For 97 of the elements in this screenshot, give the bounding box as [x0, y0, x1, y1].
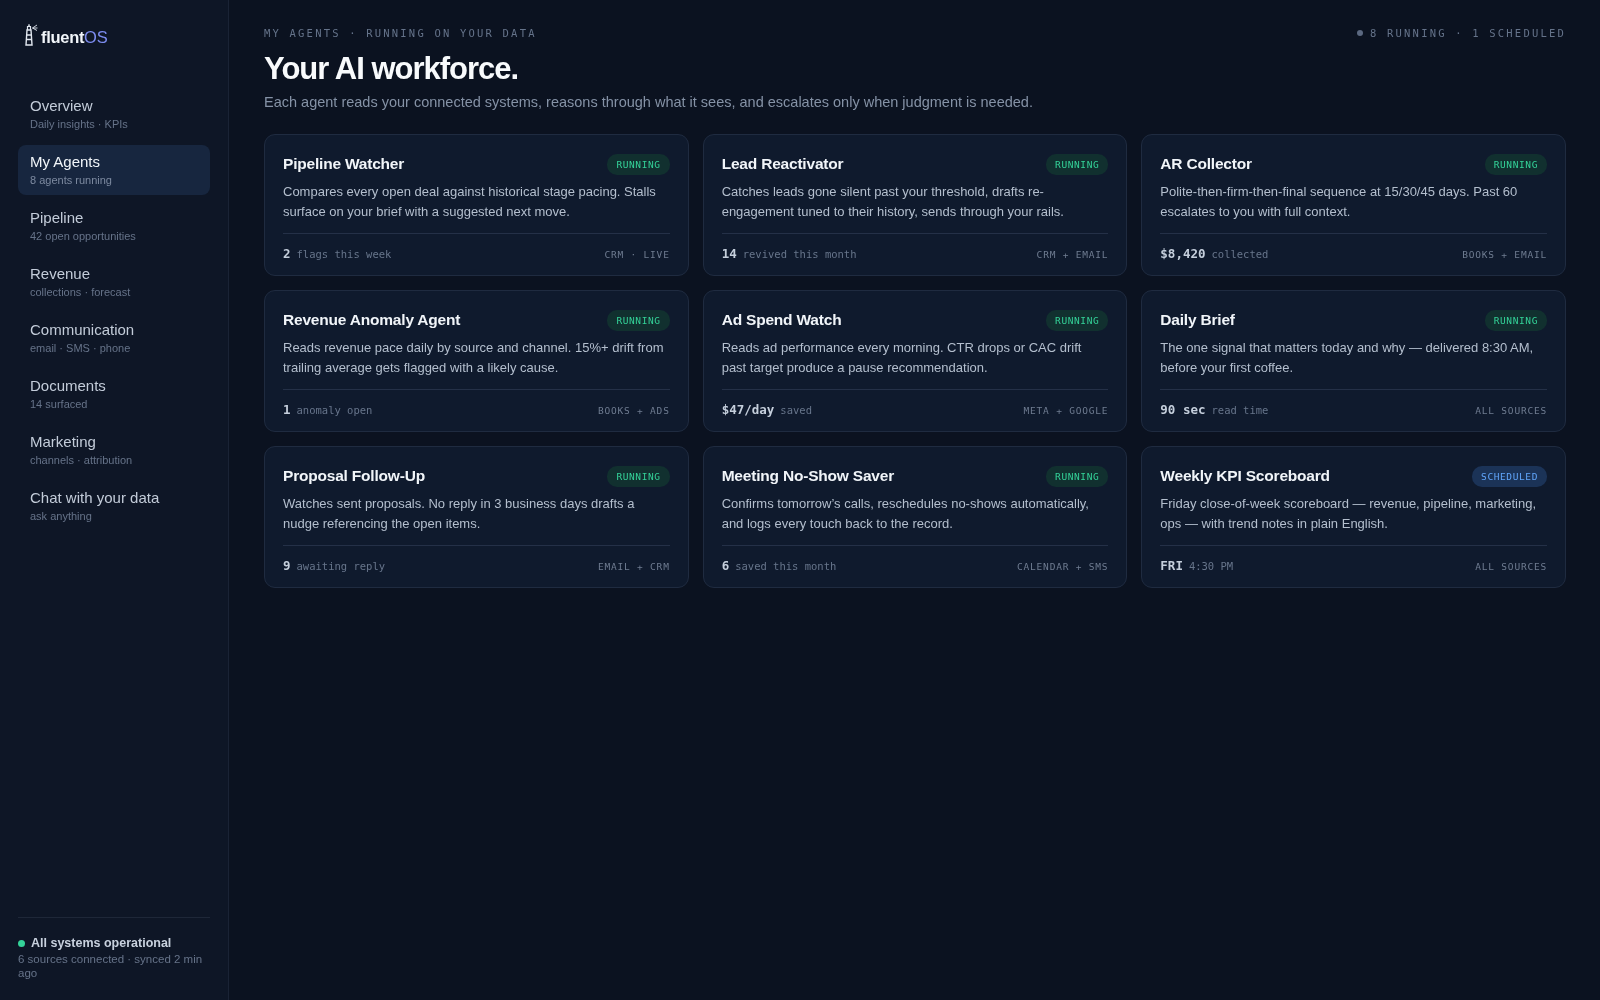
metric-label: saved: [780, 404, 812, 416]
nav-item-subtitle: ask anything: [30, 509, 93, 523]
agent-card[interactable]: Revenue Anomaly Agent RUNNING Reads revenue pace daily by source and channel. 15%+ drift from trailing average gets flagged with a likely cause. 1 anomaly open BOOKS + ADS: [264, 290, 689, 432]
agent-card[interactable]: Ad Spend Watch RUNNING Reads ad performance every morning. CTR drops or CAC drift past target produce a pause recommendation. $47/day saved META + GOOGLE: [702, 290, 1128, 432]
nav-item-label: Communication: [30, 320, 136, 339]
nav-item-label: Chat with your data: [30, 488, 161, 507]
agent-name: Lead Reactivator: [721, 155, 844, 173]
agent-name: Proposal Follow-Up: [283, 467, 425, 485]
agent-name: Weekly KPI Scoreboard: [1160, 467, 1330, 485]
agent-name: Pipeline Watcher: [283, 155, 405, 173]
nav-item[interactable]: Communication email · SMS · phone: [18, 313, 210, 363]
nav-item-label: Revenue: [30, 264, 92, 283]
nav-item-label: My Agents: [30, 152, 102, 171]
status-badge: RUNNING: [1484, 309, 1547, 331]
data-sources: CRM + EMAIL: [1036, 249, 1109, 260]
metric-label: collected: [1211, 248, 1269, 260]
agent-name: Daily Brief: [1160, 311, 1235, 329]
status-badge: SCHEDULED: [1472, 465, 1547, 487]
page-subtitle: Each agent reads your connected systems, reasons through what it sees, and escalates only when judgment is needed.: [264, 93, 1034, 112]
agent-description: Reads revenue pace daily by source and channel. 15%+ drift from trailing average gets flagged with a likely cause.: [283, 339, 665, 377]
nav-item-subtitle: collections · forecast: [30, 285, 132, 299]
status-dot-icon: [1357, 30, 1363, 36]
nav-item-subtitle: email · SMS · phone: [30, 341, 132, 355]
data-sources: CRM · LIVE: [604, 249, 670, 260]
agent-card[interactable]: Pipeline Watcher RUNNING Compares every open deal against historical stage pacing. Stalls surface on your brief with a suggested next move. 2 flags this week CRM · LIVE: [264, 134, 689, 276]
status-badge: RUNNING: [1046, 465, 1109, 487]
agent-name: Ad Spend Watch: [721, 311, 842, 329]
data-sources: BOOKS + ADS: [597, 405, 670, 416]
nav-item[interactable]: Pipeline 42 open opportunities: [18, 201, 210, 251]
nav-item[interactable]: Chat with your data ask anything: [18, 481, 210, 531]
status-badge: RUNNING: [607, 309, 670, 331]
agent-description: Compares every open deal against historical stage pacing. Stalls surface on your brief with a suggested next move.: [283, 183, 657, 221]
metric-value: $47/day: [721, 402, 775, 417]
metric-label: saved this month: [735, 560, 837, 572]
agent-description: Confirms tomorrow’s calls, reschedules no-shows automatically, and logs every touch back to the record.: [721, 495, 1090, 533]
metric-value: $8,420: [1160, 246, 1206, 261]
nav-item-subtitle: 42 open opportunities: [30, 229, 137, 243]
agent-description: The one signal that matters today and why — delivered 8:30 AM, before your first coffee.: [1160, 339, 1535, 377]
nav-item-subtitle: Daily insights · KPIs: [30, 117, 129, 131]
metric-label: read time: [1211, 404, 1269, 416]
lighthouse-icon: [24, 24, 38, 46]
page-eyebrow: MY AGENTS · RUNNING ON YOUR DATA: [264, 27, 537, 39]
metric-label: revived this month: [742, 248, 857, 260]
metric-value: 6: [721, 558, 730, 573]
agent-card[interactable]: Proposal Follow-Up RUNNING Watches sent proposals. No reply in 3 business days drafts a nudge referencing the open items. 9 awaiting reply EMAIL + CRM: [264, 446, 689, 588]
data-sources: ALL SOURCES: [1475, 561, 1547, 572]
status-dot-icon: [18, 939, 25, 947]
data-sources: BOOKS + EMAIL: [1462, 249, 1547, 260]
metric-value: 9: [283, 558, 291, 573]
agent-description: Friday close-of-week scoreboard — revenue, pipeline, marketing, ops — with trend notes in plain English.: [1160, 495, 1538, 533]
nav-item-subtitle: 14 surfaced: [30, 397, 89, 411]
agent-card[interactable]: Weekly KPI Scoreboard SCHEDULED Friday close-of-week scoreboard — revenue, pipeline, marketing, ops — with trend notes in plain English. FRI 4:30 PM ALL SOURCES: [1141, 446, 1566, 588]
status-badge: RUNNING: [1484, 153, 1547, 175]
metric-value: 14: [721, 246, 737, 261]
agent-description: Watches sent proposals. No reply in 3 business days drafts a nudge referencing the open items.: [283, 495, 636, 533]
data-sources: CALENDAR + SMS: [1017, 561, 1109, 572]
nav-item-subtitle: channels · attribution: [30, 453, 134, 467]
agent-card[interactable]: Lead Reactivator RUNNING Catches leads gone silent past your threshold, drafts re-engagement tuned to their history, sends through your rails. 14 revived this month CRM + EMAIL: [702, 134, 1128, 276]
agent-card[interactable]: Daily Brief RUNNING The one signal that matters today and why — delivered 8:30 AM, before your first coffee. 90 sec read time ALL SOURCES: [1141, 290, 1566, 432]
metric-label: flags this week: [296, 248, 392, 260]
system-status-title: All systems operational: [31, 936, 172, 950]
agent-description: Reads ad performance every morning. CTR drops or CAC drift past target produce a pause recommendation.: [721, 339, 1083, 377]
status-badge: RUNNING: [607, 465, 670, 487]
metric-label: anomaly open: [296, 404, 373, 416]
metric-label: 4:30 PM: [1188, 560, 1234, 572]
agent-count-summary: 8 RUNNING · 1 SCHEDULED: [1370, 27, 1566, 39]
data-sources: ALL SOURCES: [1475, 405, 1547, 416]
agent-description: Catches leads gone silent past your threshold, drafts re-engagement tuned to their history, sends through your rails.: [721, 183, 1065, 221]
metric-value: 1: [283, 402, 291, 417]
data-sources: EMAIL + CRM: [597, 561, 670, 572]
agent-name: Meeting No-Show Saver: [721, 467, 894, 485]
metric-value: 2: [283, 246, 291, 261]
nav-item[interactable]: Marketing channels · attribution: [18, 425, 210, 475]
agent-description: Polite-then-firm-then-final sequence at 15/30/45 days. Past 60 escalates to you with full context.: [1160, 183, 1519, 221]
agent-name: AR Collector: [1160, 155, 1252, 173]
page-title: Your AI workforce.: [264, 50, 520, 88]
metric-value: FRI: [1160, 558, 1183, 573]
agent-name: Revenue Anomaly Agent: [283, 311, 461, 329]
nav-item-label: Marketing: [30, 432, 97, 451]
agent-card[interactable]: AR Collector RUNNING Polite-then-firm-then-final sequence at 15/30/45 days. Past 60 escalates to you with full context. $8,420 collected BOOKS + EMAIL: [1141, 134, 1566, 276]
nav-item[interactable]: Documents 14 surfaced: [18, 369, 210, 419]
nav-item-label: Pipeline: [30, 208, 85, 227]
nav-item[interactable]: Revenue collections · forecast: [18, 257, 210, 307]
status-badge: RUNNING: [1046, 153, 1109, 175]
data-sources: META + GOOGLE: [1023, 405, 1109, 416]
nav-item[interactable]: Overview Daily insights · KPIs: [18, 89, 210, 139]
metric-value: 90 sec: [1160, 402, 1206, 417]
nav-item-subtitle: 8 agents running: [30, 173, 113, 187]
nav-item[interactable]: My Agents 8 agents running: [18, 145, 210, 195]
system-status-detail: 6 sources connected · synced 2 min ago: [18, 952, 204, 980]
nav-item-label: Overview: [30, 96, 94, 115]
logo-wordmark: fluentOS: [41, 28, 108, 46]
agent-card[interactable]: Meeting No-Show Saver RUNNING Confirms tomorrow’s calls, reschedules no-shows automatically, and logs every touch back to the record. 6 saved this month CALENDAR + SMS: [702, 446, 1128, 588]
status-badge: RUNNING: [1046, 309, 1109, 331]
nav-item-label: Documents: [30, 376, 107, 395]
status-badge: RUNNING: [607, 153, 670, 175]
metric-label: awaiting reply: [296, 560, 386, 572]
